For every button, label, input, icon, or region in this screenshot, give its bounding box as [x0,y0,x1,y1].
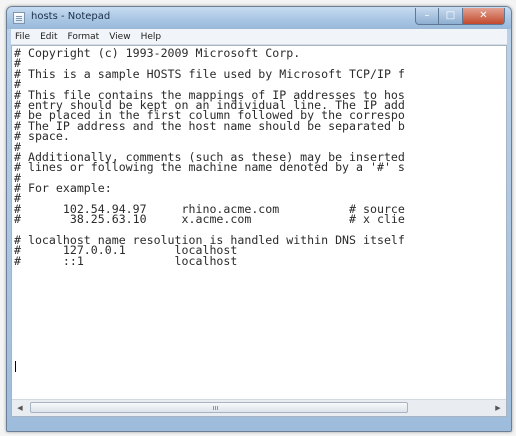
text-line: # ::1 localhost [14,253,238,268]
minimize-button[interactable]: – [415,8,439,25]
text-line: # The IP address and the host name shoul… [14,118,405,133]
title-bar[interactable]: hosts - Notepad – □ ✕ [7,7,511,29]
text-line: # 38.25.63.10 x.acme.com # x clie [14,212,405,227]
window-controls: – □ ✕ [415,8,505,25]
menu-format[interactable]: Format [68,32,100,42]
maximize-icon: □ [445,10,456,21]
close-button[interactable]: ✕ [463,8,505,25]
menu-help[interactable]: Help [141,32,162,42]
menu-bar: File Edit Format View Help [11,29,507,45]
text-line: # This is a sample HOSTS file used by Mi… [14,66,405,81]
scroll-left-arrow-icon[interactable]: ◀ [12,400,28,416]
window-title: hosts - Notepad [31,11,111,22]
horizontal-scrollbar[interactable]: ◀ ▶ [12,399,506,416]
notepad-window: hosts - Notepad – □ ✕ File Edit Format V… [6,6,512,432]
maximize-button[interactable]: □ [439,8,463,25]
text-line: # Copyright (c) 1993-2009 Microsoft Corp… [14,48,301,60]
text-caret [15,361,16,372]
scroll-right-arrow-icon[interactable]: ▶ [490,400,506,416]
text-line: # lines or following the machine name de… [14,160,405,175]
menu-edit[interactable]: Edit [40,32,57,42]
text-editor[interactable]: # Copyright (c) 1993-2009 Microsoft Corp… [11,45,507,417]
text-line: # For example: [14,181,112,196]
document-text[interactable]: # Copyright (c) 1993-2009 Microsoft Corp… [14,48,506,400]
menu-file[interactable]: File [15,32,30,42]
minimize-icon: – [424,10,430,21]
scrollbar-thumb[interactable] [30,402,408,413]
menu-view[interactable]: View [109,32,130,42]
close-icon: ✕ [479,10,488,21]
notepad-icon[interactable] [13,12,25,24]
